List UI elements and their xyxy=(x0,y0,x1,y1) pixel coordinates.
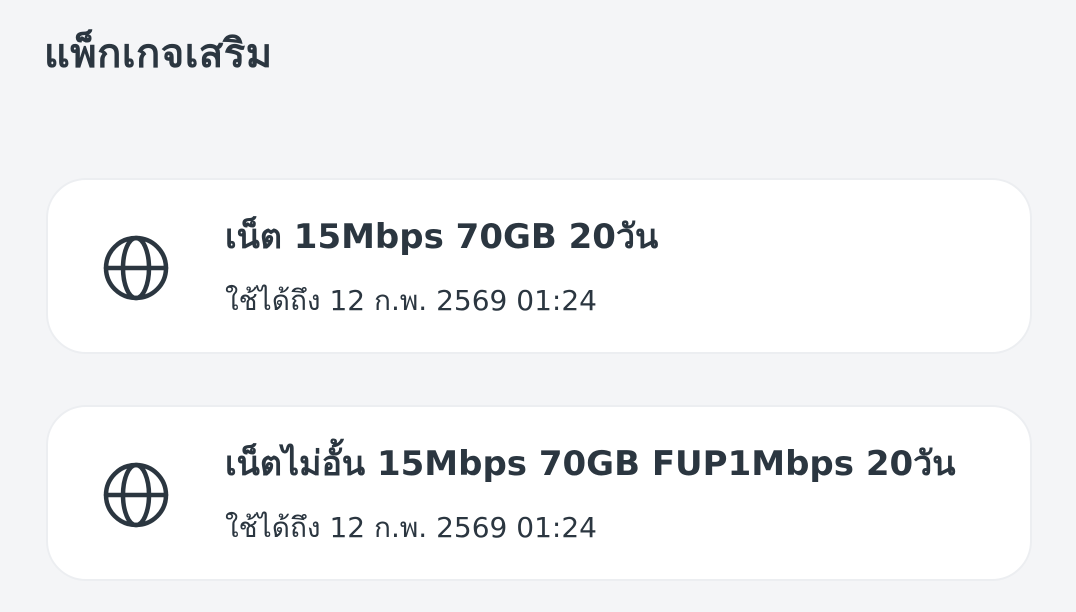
globe-icon xyxy=(102,461,170,529)
package-card[interactable]: เน็ตไม่อั้น 15Mbps 70GB FUP1Mbps 20วัน ใ… xyxy=(46,405,1032,581)
package-name: เน็ต 15Mbps 70GB 20วัน xyxy=(225,217,659,257)
section-title: แพ็กเกจเสริม xyxy=(44,31,273,77)
package-name: เน็ตไม่อั้น 15Mbps 70GB FUP1Mbps 20วัน xyxy=(225,444,956,484)
package-expiry: ใช้ได้ถึง 12 ก.พ. 2569 01:24 xyxy=(225,284,597,317)
globe-icon xyxy=(102,234,170,302)
package-card[interactable]: เน็ต 15Mbps 70GB 20วัน ใช้ได้ถึง 12 ก.พ.… xyxy=(46,178,1032,354)
package-expiry: ใช้ได้ถึง 12 ก.พ. 2569 01:24 xyxy=(225,511,597,544)
